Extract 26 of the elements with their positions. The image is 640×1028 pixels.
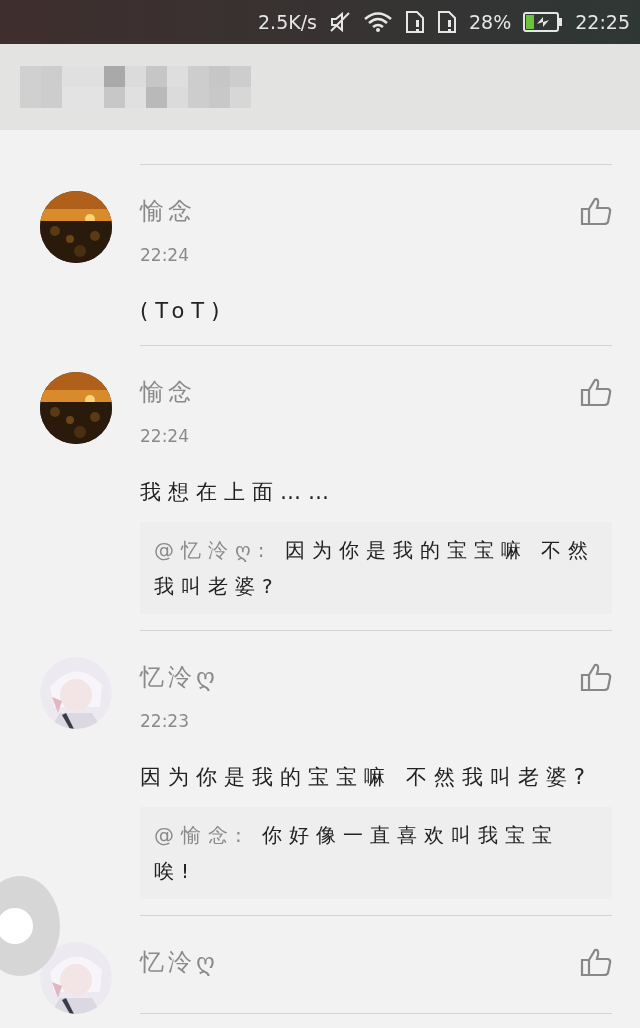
comment-text: 因为你是我的宝宝嘛 不然我叫老婆? <box>140 764 593 791</box>
battery-charging-icon <box>523 12 564 32</box>
user-name[interactable]: 忆泠ღ <box>140 946 219 978</box>
comment-text: (ToT) <box>140 298 228 325</box>
sim-card-icon <box>405 10 425 34</box>
comment-time: 22:23 <box>140 711 190 731</box>
comment-time: 22:24 <box>140 426 190 446</box>
comment-text: 我想在上面…… <box>140 479 337 506</box>
network-speed: 2.5K/s <box>258 11 317 33</box>
user-name[interactable]: 愉念 <box>140 376 196 408</box>
quoted-reply: @忆泠ღ: 因为你是我的宝宝嘛 不然我叫老婆? <box>140 522 612 614</box>
comment-time: 22:24 <box>140 245 190 265</box>
avatar[interactable] <box>40 191 112 263</box>
mute-icon <box>329 11 351 33</box>
thumbs-up-icon[interactable] <box>580 947 612 977</box>
quoted-reply: @愉念: 你好像一直喜欢叫我宝宝唉! <box>140 807 612 899</box>
clock: 22:25 <box>575 11 630 33</box>
thumbs-up-icon[interactable] <box>580 377 612 407</box>
battery-percent: 28% <box>469 11 512 33</box>
user-name[interactable]: 忆泠ღ <box>140 661 219 693</box>
sim-card-icon <box>437 10 457 34</box>
user-name[interactable]: 愉念 <box>140 195 196 227</box>
avatar[interactable] <box>40 372 112 444</box>
thumbs-up-icon[interactable] <box>580 662 612 692</box>
wifi-icon <box>363 11 393 33</box>
thumbs-up-icon[interactable] <box>580 196 612 226</box>
